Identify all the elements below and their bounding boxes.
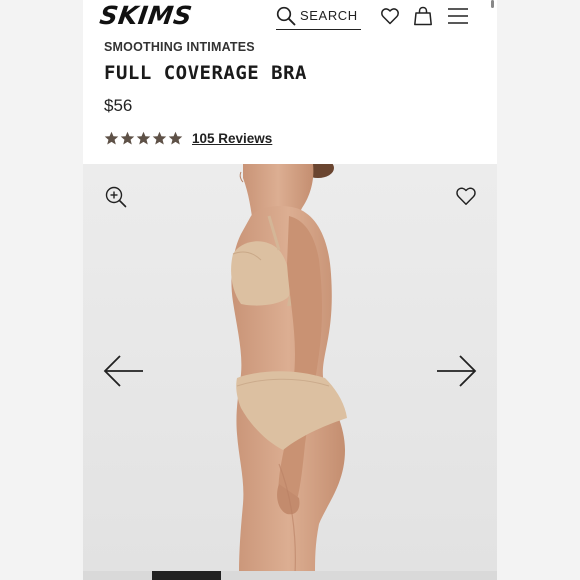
star-icon xyxy=(120,131,135,145)
brand-logo[interactable]: SKIMS xyxy=(98,1,194,30)
star-icon xyxy=(136,131,151,145)
screenshot-frame: SKIMS SEARCH SMOOTHING INTIMATES FULL CO… xyxy=(0,0,580,580)
product-image-gallery[interactable] xyxy=(83,164,497,574)
reviews-link[interactable]: 105 Reviews xyxy=(192,131,272,146)
gallery-progress-indicator xyxy=(152,571,221,580)
search-label: SEARCH xyxy=(300,8,358,23)
search-icon xyxy=(276,6,296,25)
product-rating[interactable]: 105 Reviews xyxy=(104,131,272,146)
site-header: SKIMS SEARCH xyxy=(83,0,497,34)
menu-icon[interactable] xyxy=(447,6,469,26)
shopping-bag-icon[interactable] xyxy=(413,6,433,26)
arrow-right-icon[interactable] xyxy=(435,354,477,388)
heart-icon[interactable] xyxy=(455,185,477,207)
gallery-progress-bar xyxy=(83,571,497,580)
arrow-left-icon[interactable] xyxy=(103,354,145,388)
product-category[interactable]: SMOOTHING INTIMATES xyxy=(104,40,255,54)
star-icon xyxy=(104,131,119,145)
product-title: FULL COVERAGE BRA xyxy=(104,62,307,84)
scrollbar[interactable] xyxy=(491,0,494,8)
zoom-in-icon[interactable] xyxy=(104,185,128,209)
wishlist-heart-icon[interactable] xyxy=(380,6,400,26)
product-page: SKIMS SEARCH SMOOTHING INTIMATES FULL CO… xyxy=(83,0,497,580)
product-price: $56 xyxy=(104,96,133,115)
star-rating xyxy=(104,131,183,146)
star-icon xyxy=(152,131,167,145)
star-icon xyxy=(168,131,183,145)
search-button[interactable]: SEARCH xyxy=(276,2,361,30)
